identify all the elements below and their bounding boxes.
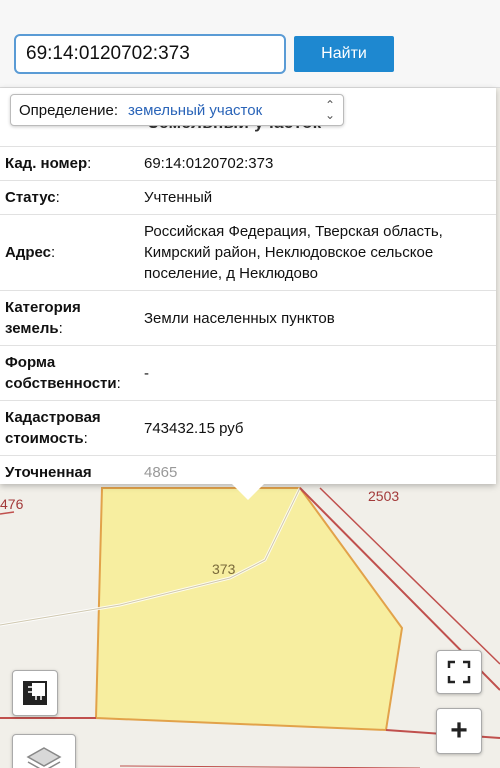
table-row: Статус: Учтенный (0, 180, 496, 215)
row-value: 743432.15 руб (140, 400, 496, 456)
zoom-in-button[interactable]: + (436, 708, 482, 754)
map-label-right: 2503 (368, 488, 400, 504)
row-value: 4865 (144, 464, 178, 481)
search-button[interactable]: Найти (294, 36, 394, 72)
row-key: Адрес (5, 244, 52, 261)
search-input-value: 69:14:0120702:373 (26, 43, 190, 64)
row-value: Земли населенных пунктов (140, 290, 496, 346)
chevron-updown-icon: ⌃ ⌄ (324, 98, 335, 122)
row-key: земель (5, 320, 59, 337)
layers-button[interactable] (12, 734, 76, 768)
row-key: Категория (5, 299, 81, 316)
row-value: 69:14:0120702:373 (140, 146, 496, 181)
table-row: Кад. номер: 69:14:0120702:373 (0, 146, 496, 181)
row-key: Кад. номер (5, 155, 88, 172)
row-key: Статус (5, 189, 56, 206)
table-row: Адрес: Российская Федерация, Тверская об… (0, 214, 496, 291)
row-key: Кадастровая (5, 409, 101, 426)
row-key: Форма (5, 354, 56, 371)
panel-pointer (230, 482, 266, 500)
definition-label: Определение: (19, 101, 119, 119)
row-key: Уточненная (5, 464, 92, 481)
ruler-icon (23, 681, 47, 705)
map-label-parcel: 373 (212, 561, 236, 577)
info-panel: Земельный участок Определение: земельный… (0, 88, 496, 484)
row-key: собственности (5, 375, 117, 392)
row-value: Учтенный (140, 180, 496, 215)
map-label-left: 476 (0, 496, 24, 512)
table-row: Форма собственности: - (0, 345, 496, 401)
ruler-button[interactable] (12, 670, 58, 716)
row-value: Российская Федерация, Тверская область, … (140, 214, 496, 291)
definition-value: земельный участок (128, 101, 263, 119)
search-bar: 69:14:0120702:373 Найти (0, 0, 500, 88)
row-value: - (140, 345, 496, 401)
boundary-line (0, 511, 15, 515)
definition-select[interactable]: Определение: земельный участок ⌃ ⌄ (10, 94, 344, 126)
parcel-info-table: Кад. номер: 69:14:0120702:373 Статус: Уч… (0, 146, 496, 484)
panel-header: Земельный участок Определение: земельный… (0, 88, 496, 140)
fullscreen-icon (447, 660, 471, 684)
row-key: стоимость (5, 430, 84, 447)
table-row: Уточненная 4865 (0, 455, 496, 484)
layers-icon (26, 747, 62, 768)
search-input[interactable]: 69:14:0120702:373 (14, 34, 286, 74)
fullscreen-button[interactable] (436, 650, 482, 694)
table-row: Кадастровая стоимость: 743432.15 руб (0, 400, 496, 456)
table-row: Категория земель: Земли населенных пункто… (0, 290, 496, 346)
